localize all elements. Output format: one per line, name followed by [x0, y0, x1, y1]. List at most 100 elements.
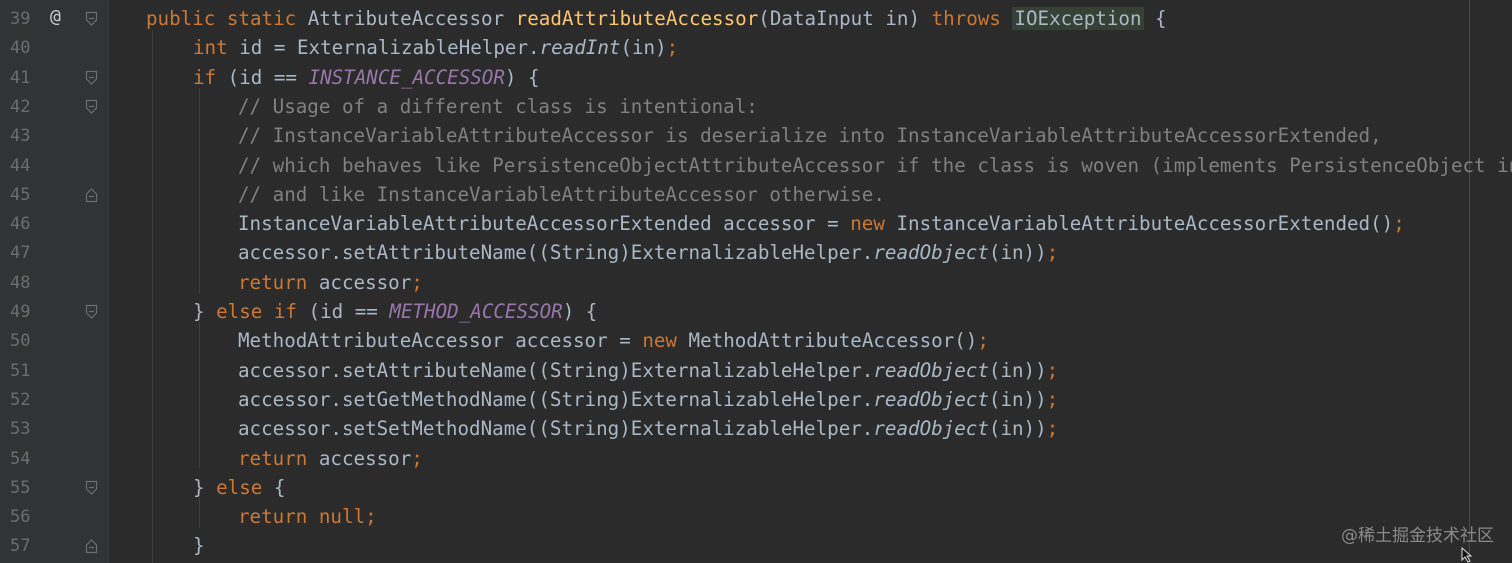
- code-line[interactable]: 40 int id = ExternalizableHelper.readInt(…: [0, 34, 1512, 63]
- code-token: ;: [1046, 241, 1059, 265]
- code-token: }: [193, 475, 217, 499]
- fold-open-icon[interactable]: [85, 480, 98, 496]
- code-token: METHOD_ACCESSOR: [389, 300, 563, 323]
- code-line[interactable]: 57}: [0, 532, 1512, 561]
- code-text[interactable]: // and like InstanceVariableAttributeAcc…: [238, 182, 885, 206]
- code-token: InstanceVariableAttributeAccessorExtende…: [896, 212, 1394, 236]
- line-number: 57: [10, 536, 31, 557]
- code-line[interactable]: 54 return accessor;: [0, 445, 1512, 474]
- code-text[interactable]: accessor.setAttributeName((String)Extern…: [238, 358, 1058, 382]
- code-text[interactable]: accessor.setGetMethodName((String)Extern…: [238, 387, 1059, 411]
- line-number: 54: [10, 448, 31, 469]
- code-token: // and like InstanceVariableAttributeAcc…: [238, 182, 885, 206]
- code-text[interactable]: } else {: [193, 475, 285, 499]
- code-line[interactable]: 42 // Usage of a different class is inten…: [0, 93, 1512, 122]
- code-line[interactable]: 48 return accessor;: [0, 269, 1512, 298]
- code-token: // Usage of a different class is intenti…: [238, 94, 758, 118]
- code-token: (in)): [988, 241, 1047, 265]
- code-line[interactable]: 44 // which behaves like PersistenceObjec…: [0, 152, 1512, 181]
- code-line[interactable]: 43 // InstanceVariableAttributeAccessor i…: [0, 122, 1512, 151]
- code-token: {: [1143, 7, 1167, 30]
- code-text[interactable]: accessor.setSetMethodName((String)Extern…: [238, 418, 1058, 440]
- code-token: readAttributeAccessor: [515, 7, 759, 30]
- code-token: ;: [1046, 417, 1059, 441]
- code-token: accessor.setAttributeName((String)Extern…: [238, 358, 874, 382]
- code-line[interactable]: 51 accessor.setAttributeName((String)Exte…: [0, 357, 1512, 386]
- code-token: ) {: [562, 300, 598, 323]
- code-token: readObject: [873, 241, 989, 265]
- code-token: ) {: [504, 65, 540, 89]
- fold-open-icon[interactable]: [85, 99, 98, 115]
- code-line[interactable]: 41 if (id == INSTANCE_ACCESSOR) {: [0, 64, 1512, 93]
- fold-close-icon[interactable]: [85, 187, 98, 203]
- code-text[interactable]: // which behaves like PersistenceObjectA…: [238, 154, 1512, 177]
- code-token: return: [238, 446, 319, 470]
- line-number: 46: [10, 214, 31, 235]
- code-token: new: [642, 329, 689, 353]
- code-token: (in)): [988, 387, 1047, 411]
- code-line[interactable]: 45 // and like InstanceVariableAttributeA…: [0, 181, 1512, 210]
- code-token: AttributeAccessor: [307, 7, 516, 30]
- code-line[interactable]: 49} else if (id == METHOD_ACCESSOR) {: [0, 298, 1512, 327]
- code-line[interactable]: 46 InstanceVariableAttributeAccessorExten…: [0, 210, 1512, 239]
- code-text[interactable]: return null;: [238, 506, 377, 528]
- code-editor[interactable]: 39 @ public static AttributeAccessor readA…: [0, 0, 1512, 563]
- code-text[interactable]: return accessor;: [238, 270, 423, 294]
- fold-open-icon[interactable]: [85, 11, 98, 27]
- code-token: new: [850, 212, 897, 236]
- code-token: MethodAttributeAccessor accessor =: [238, 329, 643, 353]
- line-number: 50: [10, 331, 31, 352]
- code-token: INSTANCE_ACCESSOR: [308, 65, 505, 89]
- code-token: }: [193, 534, 205, 558]
- code-text[interactable]: if (id == INSTANCE_ACCESSOR) {: [193, 65, 540, 89]
- code-token: (DataInput in): [758, 7, 932, 30]
- line-number: 48: [10, 272, 31, 293]
- line-number: 52: [10, 389, 31, 410]
- code-token: ;: [411, 446, 423, 470]
- code-token: ;: [977, 329, 989, 353]
- code-text[interactable]: InstanceVariableAttributeAccessorExtende…: [238, 213, 1405, 235]
- line-number: 44: [10, 155, 31, 176]
- mouse-cursor-icon: [1461, 547, 1473, 563]
- code-text[interactable]: MethodAttributeAccessor accessor = new M…: [238, 330, 989, 352]
- code-token: ;: [365, 505, 377, 529]
- code-text[interactable]: accessor.setAttributeName((String)Extern…: [238, 242, 1058, 264]
- code-line[interactable]: 47 accessor.setAttributeName((String)Exte…: [0, 239, 1512, 268]
- watermark-text: @稀土掘金技术社区: [1341, 526, 1494, 546]
- code-text[interactable]: }: [193, 535, 205, 557]
- code-text[interactable]: // InstanceVariableAttributeAccessor is …: [238, 125, 1382, 147]
- code-line[interactable]: 50 MethodAttributeAccessor accessor = new…: [0, 327, 1512, 356]
- code-token: else: [216, 475, 274, 499]
- code-token: accessor: [318, 270, 412, 294]
- code-text[interactable]: int id = ExternalizableHelper.readInt(in…: [193, 37, 678, 59]
- code-text[interactable]: public static AttributeAccessor readAttr…: [146, 7, 1167, 30]
- code-line[interactable]: 52 accessor.setGetMethodName((String)Exte…: [0, 386, 1512, 415]
- code-token: accessor: [318, 446, 412, 470]
- fold-close-icon[interactable]: [85, 538, 98, 554]
- line-number: 41: [10, 67, 31, 88]
- code-token: ;: [1393, 212, 1405, 236]
- code-token: ;: [1046, 387, 1059, 411]
- code-token: else if: [216, 300, 309, 323]
- code-line[interactable]: 55} else {: [0, 474, 1512, 503]
- code-line[interactable]: 56 return null;: [0, 503, 1512, 532]
- code-token: ;: [666, 36, 679, 60]
- code-token: (id ==: [308, 300, 390, 323]
- code-token: IOException: [1012, 7, 1144, 30]
- fold-open-icon[interactable]: [85, 70, 98, 86]
- code-line[interactable]: 39 @ public static AttributeAccessor readA…: [0, 5, 1512, 34]
- code-text[interactable]: } else if (id == METHOD_ACCESSOR) {: [193, 301, 597, 323]
- line-number: 43: [10, 126, 31, 147]
- code-token: return: [238, 270, 319, 294]
- code-line[interactable]: 53 accessor.setSetMethodName((String)Exte…: [0, 415, 1512, 444]
- line-number: 39: [10, 9, 31, 29]
- fold-open-icon[interactable]: [85, 304, 98, 320]
- override-marker-icon[interactable]: @: [50, 6, 61, 28]
- code-token: (in): [620, 36, 667, 60]
- code-token: readObject: [873, 358, 989, 382]
- code-token: InstanceVariableAttributeAccessorExtende…: [238, 212, 851, 236]
- code-text[interactable]: return accessor;: [238, 446, 423, 470]
- code-token: public static: [146, 7, 308, 30]
- code-token: id = ExternalizableHelper.: [239, 36, 540, 60]
- code-text[interactable]: // Usage of a different class is intenti…: [238, 94, 758, 118]
